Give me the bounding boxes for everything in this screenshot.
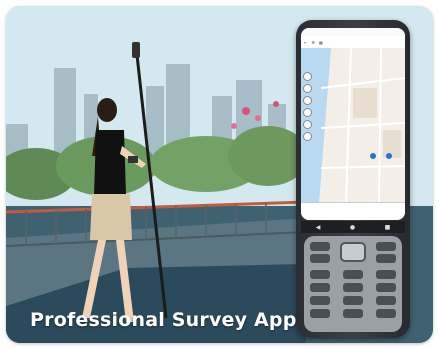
dpad xyxy=(340,242,366,262)
back-arrow-icon: ← xyxy=(304,39,308,45)
card-caption: Professional Survey App xyxy=(30,309,297,331)
home-icon: ● xyxy=(349,223,356,231)
map-view xyxy=(301,47,405,204)
menu-icon: ■ xyxy=(384,223,391,231)
map-tool-buttons xyxy=(303,72,312,141)
map-tiles xyxy=(301,47,405,204)
settings-icon: ⚙ xyxy=(311,39,315,45)
back-icon: ◀ xyxy=(315,223,321,231)
android-nav-bar: ◀ ● ■ xyxy=(301,221,405,233)
map-info-bar xyxy=(301,202,405,220)
keypad xyxy=(304,236,402,332)
handheld-device: ← ⚙ ▦ ◀ ● ■ xyxy=(296,20,410,338)
status-bar xyxy=(301,28,405,36)
promo-card[interactable]: ← ⚙ ▦ ◀ ● ■ Professional Survey App xyxy=(6,6,433,343)
device-screen: ← ⚙ ▦ xyxy=(301,28,405,220)
layers-icon: ▦ xyxy=(318,39,323,45)
